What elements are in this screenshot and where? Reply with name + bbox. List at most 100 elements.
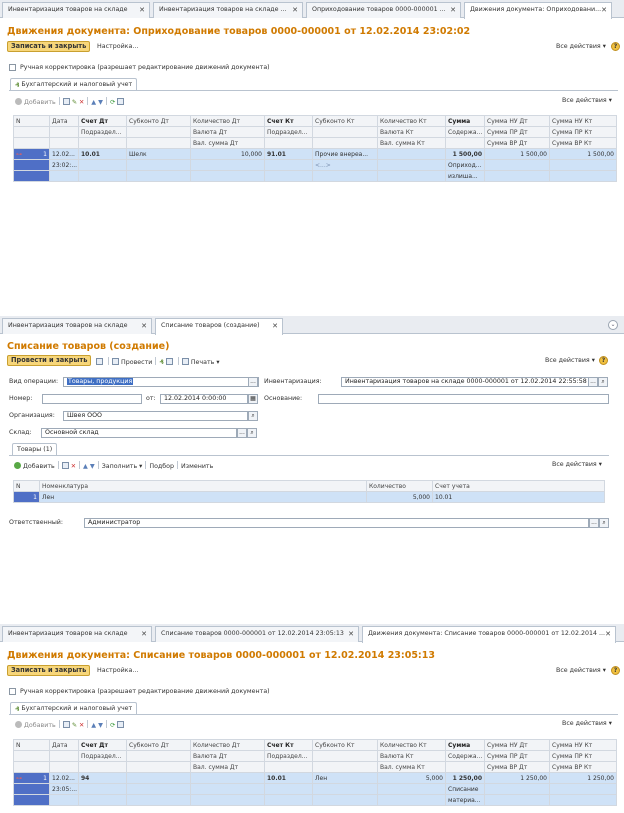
cell[interactable] — [312, 170, 378, 182]
tab-write-off-doc[interactable]: Списание товаров 0000-000001 от 12.02.20… — [155, 626, 359, 642]
col-header[interactable]: Дата — [49, 115, 79, 127]
cell-sum-nu-kt[interactable]: 1 500,00 — [549, 148, 617, 160]
help-icon[interactable]: ? — [611, 42, 620, 51]
cell-content-2[interactable]: излиша... — [445, 170, 485, 182]
cell-subconto-dt[interactable]: Шелк — [126, 148, 191, 160]
grid-all-actions-menu[interactable]: Все действия ▾ — [562, 97, 612, 104]
tab-accounting[interactable]: ₰ Бухгалтерский и налоговый учет — [10, 702, 138, 714]
search-icon[interactable]: ⌕ — [599, 518, 609, 528]
cell[interactable] — [190, 159, 265, 171]
print-menu[interactable]: Печать ▾ — [191, 359, 220, 366]
cell-account-kt[interactable]: 91.01 — [264, 148, 313, 160]
col-header[interactable]: Дата — [49, 739, 79, 751]
cell[interactable] — [377, 783, 446, 795]
col-header[interactable]: Сумма ВР Кт — [549, 137, 617, 149]
cell-time[interactable]: 23:05:... — [49, 783, 79, 795]
cell[interactable] — [377, 794, 446, 806]
post-button[interactable]: Провести — [121, 359, 152, 366]
add-icon[interactable] — [15, 98, 22, 105]
cell[interactable] — [78, 170, 127, 182]
all-actions-menu[interactable]: Все действия ▾ — [556, 667, 606, 674]
close-icon[interactable]: ✕ — [272, 322, 278, 330]
col-header[interactable]: Валюта Дт — [190, 750, 265, 762]
select-button[interactable]: ... — [589, 518, 599, 528]
cell[interactable] — [78, 159, 127, 171]
col-header[interactable]: Вал. сумма Дт — [190, 137, 265, 149]
add-icon[interactable] — [14, 462, 21, 469]
col-header[interactable]: Субконто Кт — [312, 115, 378, 127]
tab-inventory[interactable]: Инвентаризация товаров на складе ✕ — [2, 626, 152, 642]
cell-content[interactable]: Списание — [445, 783, 485, 795]
move-down-icon[interactable]: ▼ — [98, 99, 103, 106]
col-header[interactable]: Содержа... — [445, 750, 485, 762]
table-row[interactable]: ⊶ 1 12.02... 94 10.01 Лен 5,000 1 250,00 … — [13, 772, 617, 784]
edit-icon[interactable]: ✎ — [72, 722, 77, 729]
col-header[interactable]: Количество Кт — [377, 739, 446, 751]
cell-sum-nu-dt[interactable]: 1 500,00 — [484, 148, 550, 160]
cell-account[interactable]: 10.01 — [432, 491, 605, 503]
cell-subconto-kt-2[interactable]: <...> — [312, 159, 378, 171]
cell-account-dt[interactable]: 94 — [78, 772, 127, 784]
col-header[interactable]: N — [13, 115, 50, 127]
cell-sum[interactable]: 1 250,00 — [445, 772, 485, 784]
settings-button[interactable]: Настройка... — [97, 43, 138, 50]
cell[interactable] — [549, 794, 617, 806]
responsible-field[interactable]: Администратор — [84, 518, 589, 528]
col-header[interactable]: Номенклатура — [39, 480, 367, 492]
col-header[interactable]: Содержа... — [445, 126, 485, 138]
add-button[interactable]: Добавить — [23, 463, 55, 470]
cell[interactable] — [264, 170, 313, 182]
col-header[interactable]: Сумма НУ Кт — [549, 115, 617, 127]
cell-quantity[interactable]: 5,000 — [366, 491, 433, 503]
col-header[interactable]: Сумма ПР Кт — [549, 126, 617, 138]
cell[interactable] — [549, 783, 617, 795]
manual-correction-checkbox[interactable] — [9, 64, 16, 71]
search-icon[interactable]: ⌕ — [247, 428, 257, 438]
cell[interactable] — [312, 794, 378, 806]
move-up-icon[interactable]: ▲ — [91, 99, 96, 106]
cell-subconto-kt[interactable]: Лен — [312, 772, 378, 784]
cell-sum-nu-kt[interactable]: 1 250,00 — [549, 772, 617, 784]
cell[interactable] — [264, 794, 313, 806]
cell[interactable] — [126, 794, 191, 806]
cell[interactable] — [126, 170, 191, 182]
cell[interactable] — [484, 170, 550, 182]
col-header[interactable]: Субконто Кт — [312, 739, 378, 751]
change-button[interactable]: Изменить — [181, 463, 213, 470]
search-icon[interactable]: ⌕ — [248, 411, 258, 421]
tab-movements[interactable]: Движения документа: Списание товаров 000… — [362, 626, 616, 643]
col-header[interactable]: Сумма НУ Дт — [484, 739, 550, 751]
col-header[interactable]: Сумма ПР Кт — [549, 750, 617, 762]
cell-content-2[interactable]: материа... — [445, 794, 485, 806]
move-down-icon[interactable]: ▼ — [90, 463, 95, 470]
manual-correction-checkbox[interactable] — [9, 688, 16, 695]
tab-goods[interactable]: Товары (1) — [12, 443, 58, 455]
operation-field[interactable]: Товары, продукция — [63, 377, 259, 387]
table-row[interactable]: 1 Лен 5,000 10.01 — [13, 491, 605, 503]
fill-menu[interactable]: Заполнить ▾ — [102, 463, 143, 470]
grid-settings-icon[interactable] — [117, 98, 125, 105]
col-header[interactable]: Вал. сумма Кт — [377, 761, 446, 773]
close-icon[interactable]: ✕ — [141, 630, 147, 638]
col-header[interactable]: Сумма ПР Дт — [484, 126, 550, 138]
warehouse-field[interactable]: Основной склад — [41, 428, 237, 438]
save-close-button[interactable]: Записать и закрыть — [7, 665, 91, 676]
cell[interactable] — [190, 794, 265, 806]
basis-field[interactable] — [318, 394, 609, 404]
col-header[interactable]: Подраздел... — [264, 126, 313, 138]
select-button[interactable]: ... — [588, 377, 598, 387]
tabs-menu-icon[interactable]: ⌄ — [608, 320, 618, 330]
cell-date[interactable]: 12.02... — [49, 772, 79, 784]
col-header[interactable]: Вал. сумма Кт — [377, 137, 446, 149]
close-icon[interactable]: ✕ — [141, 322, 147, 330]
delete-icon[interactable]: ✕ — [79, 722, 84, 729]
copy-icon[interactable] — [62, 98, 70, 105]
table-row-cont[interactable]: 23:02:... <...> Оприход... — [13, 159, 617, 171]
cell-item[interactable]: Лен — [39, 491, 367, 503]
copy-icon[interactable] — [62, 721, 70, 728]
grid-settings-icon[interactable] — [117, 721, 125, 728]
all-actions-menu[interactable]: Все действия ▾ — [556, 43, 606, 50]
cell[interactable] — [78, 794, 127, 806]
row-number[interactable]: ⊶ 1 — [13, 148, 50, 160]
cell-content[interactable]: Оприход... — [445, 159, 485, 171]
